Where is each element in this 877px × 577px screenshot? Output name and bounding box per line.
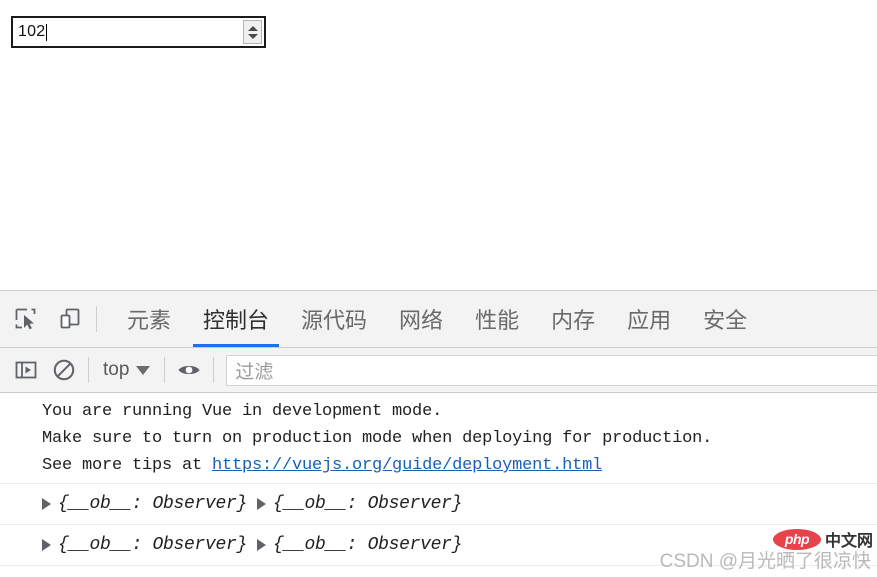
console-filter-input[interactable]: 过滤 (226, 354, 877, 386)
console-object-observer-4[interactable]: {__ob__: Observer} (257, 535, 462, 555)
devtools-tabstrip: 元素 控制台 源代码 网络 性能 内存 应用 安全 (0, 291, 877, 348)
console-object-observer-1[interactable]: {__ob__: Observer} (42, 494, 247, 514)
chevron-down-icon (136, 365, 151, 375)
tab-console-label: 控制台 (203, 308, 270, 333)
console-object-row[interactable]: {__ob__: Observer} {__ob__: Observer} (0, 484, 877, 525)
console-context-selector[interactable]: top (99, 359, 154, 381)
stepper-up-icon[interactable] (247, 25, 258, 31)
console-filter-placeholder: 过滤 (235, 361, 274, 383)
number-input-value: 102 (18, 23, 46, 40)
console-log-area: You are running Vue in development mode.… (0, 393, 877, 577)
stepper-down-icon[interactable] (247, 33, 258, 39)
inspect-element-icon[interactable] (12, 305, 40, 333)
text-caret (46, 23, 48, 41)
console-object-preview: {__ob__: Observer} (58, 494, 248, 514)
devtools-tabs: 元素 控制台 源代码 网络 性能 内存 应用 安全 (111, 291, 763, 347)
console-object-preview: {__ob__: Observer} (273, 494, 463, 514)
console-toolbar-separator-2 (164, 357, 166, 383)
console-message-line-3: See more tips at https://vuejs.org/guide… (0, 452, 877, 479)
console-toolbar-separator-1 (88, 357, 89, 383)
expand-triangle-icon[interactable] (257, 498, 267, 510)
tab-application[interactable]: 应用 (611, 291, 687, 347)
tab-performance[interactable]: 性能 (459, 291, 535, 347)
devtools-tool-icons (0, 305, 90, 333)
console-object-preview: {__ob__: Observer} (273, 535, 463, 555)
console-sidebar-toggle-icon[interactable] (12, 356, 40, 384)
expand-triangle-icon[interactable] (42, 498, 51, 510)
expand-triangle-icon[interactable] (257, 539, 267, 551)
tab-application-label: 应用 (627, 308, 672, 333)
console-object-observer-2[interactable]: {__ob__: Observer} (257, 494, 462, 514)
vue-deployment-docs-link[interactable]: https://vuejs.org/guide/deployment.html (212, 456, 602, 475)
console-message-line-3-text: See more tips at (42, 456, 213, 475)
tab-network[interactable]: 网络 (383, 291, 459, 347)
clear-console-icon[interactable] (50, 356, 78, 384)
tab-security[interactable]: 安全 (687, 291, 763, 347)
number-stepper[interactable] (243, 20, 262, 44)
console-object-observer-3[interactable]: {__ob__: Observer} (42, 535, 247, 555)
console-context-label: top (103, 359, 130, 380)
tab-elements[interactable]: 元素 (111, 291, 187, 347)
tab-memory-label: 内存 (551, 308, 596, 333)
console-object-preview: {__ob__: Observer} (58, 535, 248, 555)
console-toolbar-separator-3 (213, 357, 215, 383)
web-page-viewport: 102 (0, 0, 877, 290)
console-message-vue-dev-warning[interactable]: You are running Vue in development mode.… (0, 393, 877, 484)
tab-network-label: 网络 (399, 308, 444, 333)
toolbar-separator (96, 306, 97, 332)
tab-memory[interactable]: 内存 (535, 291, 611, 347)
tab-elements-label: 元素 (127, 308, 172, 333)
console-message-line-2: Make sure to turn on production mode whe… (42, 429, 713, 448)
devtools-panel: 元素 控制台 源代码 网络 性能 内存 应用 安全 top 过滤 You are… (0, 290, 877, 577)
tab-console[interactable]: 控制台 (187, 291, 285, 347)
number-input[interactable]: 102 (11, 16, 266, 48)
console-message-line-1: You are running Vue in development mode. (42, 402, 443, 421)
device-toolbar-icon[interactable] (56, 305, 84, 333)
tab-sources-label: 源代码 (301, 308, 368, 333)
console-toolbar: top 过滤 (0, 348, 877, 393)
tab-security-label: 安全 (703, 308, 748, 333)
tab-performance-label: 性能 (475, 308, 520, 333)
console-object-row[interactable]: {__ob__: Observer} {__ob__: Observer} (0, 525, 877, 566)
number-input-value-area[interactable]: 102 (13, 18, 243, 46)
expand-triangle-icon[interactable] (42, 539, 51, 551)
tab-sources[interactable]: 源代码 (285, 291, 383, 347)
live-expression-eye-icon[interactable] (175, 356, 203, 384)
